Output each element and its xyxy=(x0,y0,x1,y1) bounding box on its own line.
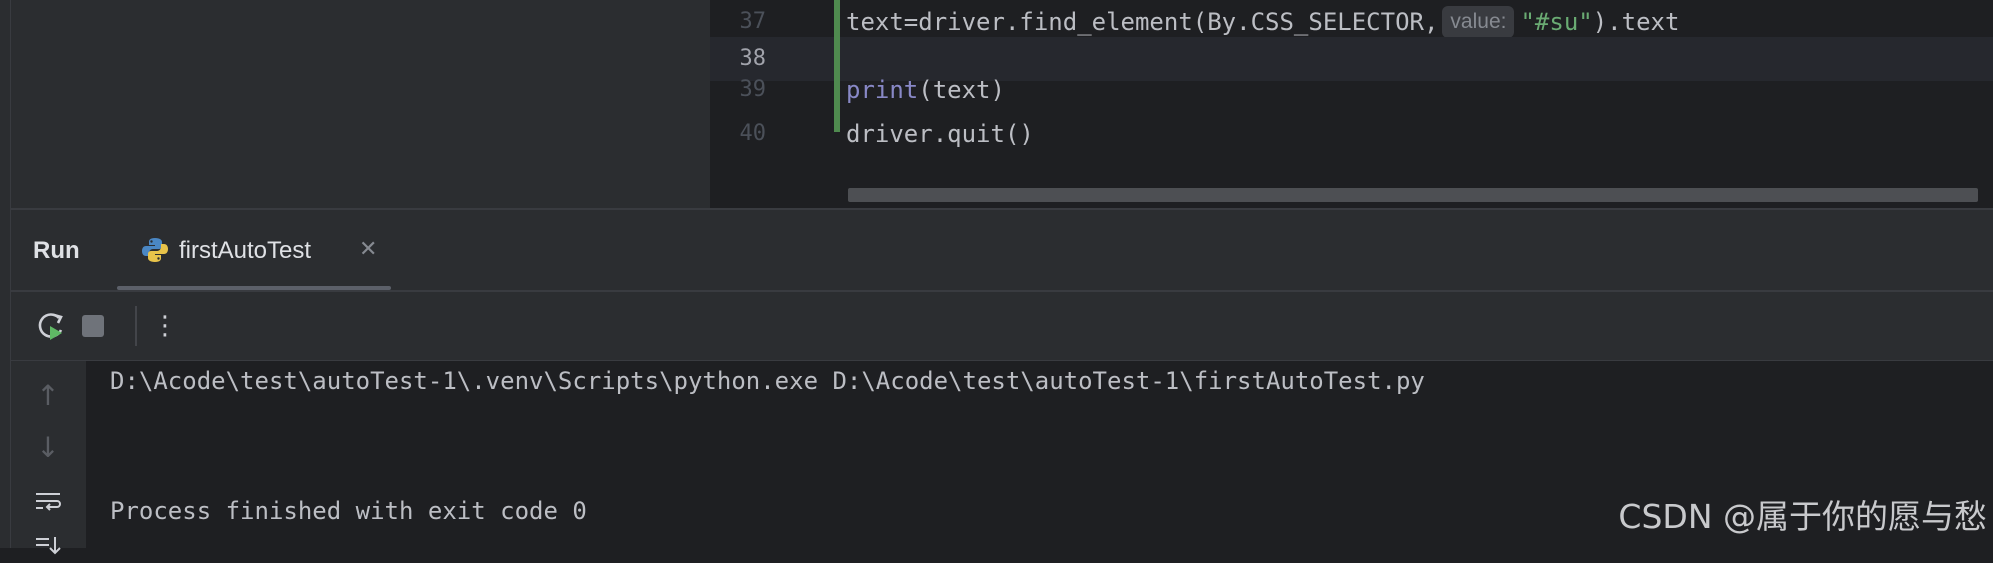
code-text: print(text) xyxy=(846,76,1005,104)
line-number: 40 xyxy=(739,121,767,146)
console-command-line: D:\Acode\test\autoTest-1\.venv\Scripts\p… xyxy=(110,367,1425,395)
run-toolbar: ⋮ xyxy=(11,292,1993,360)
console-exit-message: Process finished with exit code 0 xyxy=(110,497,587,525)
line-number: 39 xyxy=(739,77,767,102)
code-text: driver.quit() xyxy=(846,120,1034,148)
tab-firstAutoTest[interactable]: firstAutoTest ✕ xyxy=(141,210,411,290)
scroll-to-end-icon[interactable] xyxy=(33,533,63,563)
console-side-toolbar: ↑ ↓ xyxy=(11,361,86,555)
close-icon[interactable]: ✕ xyxy=(359,210,377,290)
more-options-icon[interactable]: ⋮ xyxy=(147,308,183,344)
python-icon xyxy=(142,238,168,262)
tab-label: firstAutoTest xyxy=(179,237,312,264)
soft-wrap-icon[interactable] xyxy=(33,486,63,516)
scroll-down-icon[interactable]: ↓ xyxy=(33,433,63,463)
run-tool-window-header: Run firstAutoTest ✕ xyxy=(11,210,1993,290)
run-title: Run xyxy=(33,237,80,264)
builtin-keyword: print xyxy=(846,76,919,104)
csdn-watermark: CSDN @属于你的愿与愁 xyxy=(1618,497,1987,536)
inlay-hint: value: xyxy=(1442,6,1515,38)
code-editor[interactable]: 37 text=driver.find_element(By.CSS_SELEC… xyxy=(710,0,1993,208)
code-line-39[interactable]: 39 print(text) xyxy=(710,68,1993,112)
string-literal: "#su" xyxy=(1520,8,1593,36)
rerun-icon[interactable] xyxy=(33,308,69,344)
toolbar-separator xyxy=(135,306,137,346)
left-tool-strip xyxy=(0,0,11,548)
vcs-change-marker xyxy=(834,0,840,132)
code-line-40[interactable]: 40 driver.quit() xyxy=(710,112,1993,156)
horizontal-scrollbar[interactable] xyxy=(848,188,1978,202)
scroll-up-icon[interactable]: ↑ xyxy=(33,381,63,411)
project-panel xyxy=(11,0,710,208)
stop-icon[interactable] xyxy=(75,308,111,344)
